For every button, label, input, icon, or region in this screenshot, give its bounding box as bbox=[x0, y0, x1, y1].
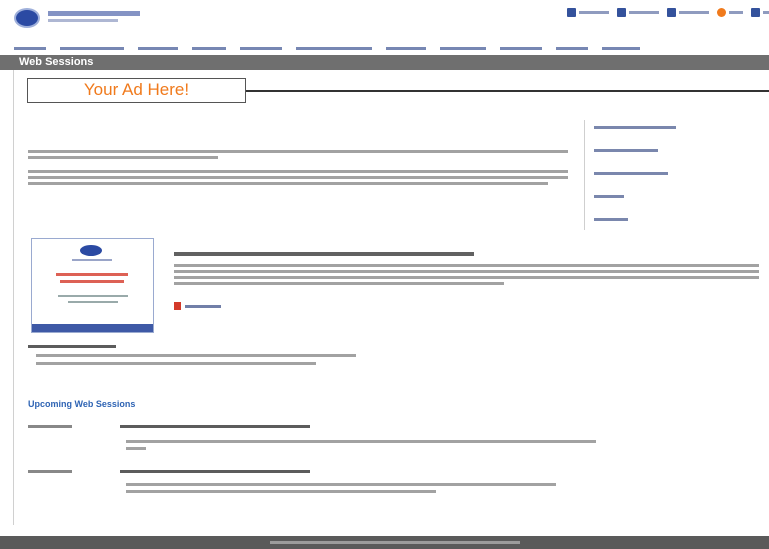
text-line bbox=[28, 176, 568, 179]
text-line bbox=[28, 150, 568, 153]
event-speaker bbox=[126, 490, 436, 493]
session-thumbnail[interactable] bbox=[31, 238, 154, 333]
nav-item[interactable] bbox=[240, 46, 282, 50]
sidebar-link[interactable] bbox=[594, 126, 676, 129]
event-title[interactable] bbox=[120, 425, 310, 428]
session-title-link[interactable] bbox=[174, 252, 474, 256]
nav-item[interactable] bbox=[386, 46, 426, 50]
main-nav bbox=[0, 42, 769, 54]
utility-link-2[interactable] bbox=[617, 8, 659, 17]
logo-tagline bbox=[48, 19, 118, 22]
main-content: Your Ad Here! Upcoming Web Sessions bbox=[13, 70, 769, 525]
event-speaker bbox=[126, 447, 146, 450]
utility-link-1[interactable] bbox=[567, 8, 609, 17]
utility-icon bbox=[667, 8, 676, 17]
event-title[interactable] bbox=[120, 470, 310, 473]
utility-link-text bbox=[629, 11, 659, 14]
text-line bbox=[28, 170, 568, 173]
utility-link-5[interactable] bbox=[751, 8, 769, 17]
nav-item[interactable] bbox=[296, 46, 372, 50]
presentation-item bbox=[36, 362, 316, 365]
nav-item[interactable] bbox=[440, 46, 486, 50]
text-line bbox=[174, 264, 759, 267]
nav-item[interactable] bbox=[60, 46, 124, 50]
event-speaker bbox=[126, 440, 596, 443]
utility-links bbox=[567, 8, 769, 17]
nav-item[interactable] bbox=[602, 46, 640, 50]
sidebar-link[interactable] bbox=[594, 149, 658, 152]
intro-paragraph bbox=[28, 150, 568, 162]
utility-icon bbox=[751, 8, 760, 17]
upcoming-heading: Upcoming Web Sessions bbox=[28, 399, 136, 409]
session-description bbox=[174, 264, 759, 288]
footer-spacer bbox=[0, 525, 769, 536]
nav-item[interactable] bbox=[500, 46, 542, 50]
ad-banner[interactable]: Your Ad Here! bbox=[27, 78, 246, 103]
text-line bbox=[174, 270, 759, 273]
sidebar-link[interactable] bbox=[594, 195, 624, 198]
event-date bbox=[28, 470, 72, 473]
sidebar-divider bbox=[584, 120, 585, 230]
utility-icon bbox=[617, 8, 626, 17]
logo-wordmark bbox=[48, 11, 140, 16]
nav-item[interactable] bbox=[14, 46, 46, 50]
download-pdf-link[interactable] bbox=[174, 302, 221, 310]
login-paragraph bbox=[28, 170, 568, 188]
text-line bbox=[68, 301, 118, 303]
sidebar-links bbox=[594, 126, 764, 241]
text-line bbox=[60, 280, 124, 283]
utility-link-text bbox=[763, 11, 769, 14]
text-line bbox=[56, 273, 128, 276]
presentation-item bbox=[36, 354, 356, 357]
download-pdf-label bbox=[185, 304, 221, 308]
text-line bbox=[72, 259, 112, 261]
page-title-bar: Web Sessions bbox=[0, 55, 769, 70]
text-line bbox=[58, 295, 128, 297]
thumbnail-footer-bar bbox=[32, 324, 153, 332]
ad-banner-rule bbox=[246, 90, 769, 92]
event-speaker bbox=[126, 483, 556, 486]
site-footer bbox=[0, 536, 769, 549]
text-line bbox=[28, 156, 218, 159]
text-line bbox=[174, 282, 504, 285]
utility-icon bbox=[717, 8, 726, 17]
sidebar-link[interactable] bbox=[594, 218, 628, 221]
page-title: Web Sessions bbox=[19, 56, 94, 68]
presentations-heading bbox=[28, 345, 116, 348]
nav-item[interactable] bbox=[192, 46, 226, 50]
sidebar-link[interactable] bbox=[594, 172, 668, 175]
utility-link-4[interactable] bbox=[717, 8, 743, 17]
nav-item[interactable] bbox=[138, 46, 178, 50]
utility-link-text bbox=[679, 11, 709, 14]
text-line bbox=[28, 182, 548, 185]
footer-links[interactable] bbox=[270, 541, 520, 544]
ad-banner-label: Your Ad Here! bbox=[83, 80, 190, 99]
thumbnail-logo-icon bbox=[80, 245, 102, 256]
utility-icon bbox=[567, 8, 576, 17]
utility-link-3[interactable] bbox=[667, 8, 709, 17]
nav-item[interactable] bbox=[556, 46, 588, 50]
pdf-icon bbox=[174, 302, 181, 310]
logo-icon[interactable] bbox=[14, 8, 40, 28]
event-date bbox=[28, 425, 72, 428]
utility-link-text bbox=[579, 11, 609, 14]
site-header bbox=[0, 0, 769, 38]
text-line bbox=[174, 276, 759, 279]
utility-link-text bbox=[729, 11, 743, 14]
